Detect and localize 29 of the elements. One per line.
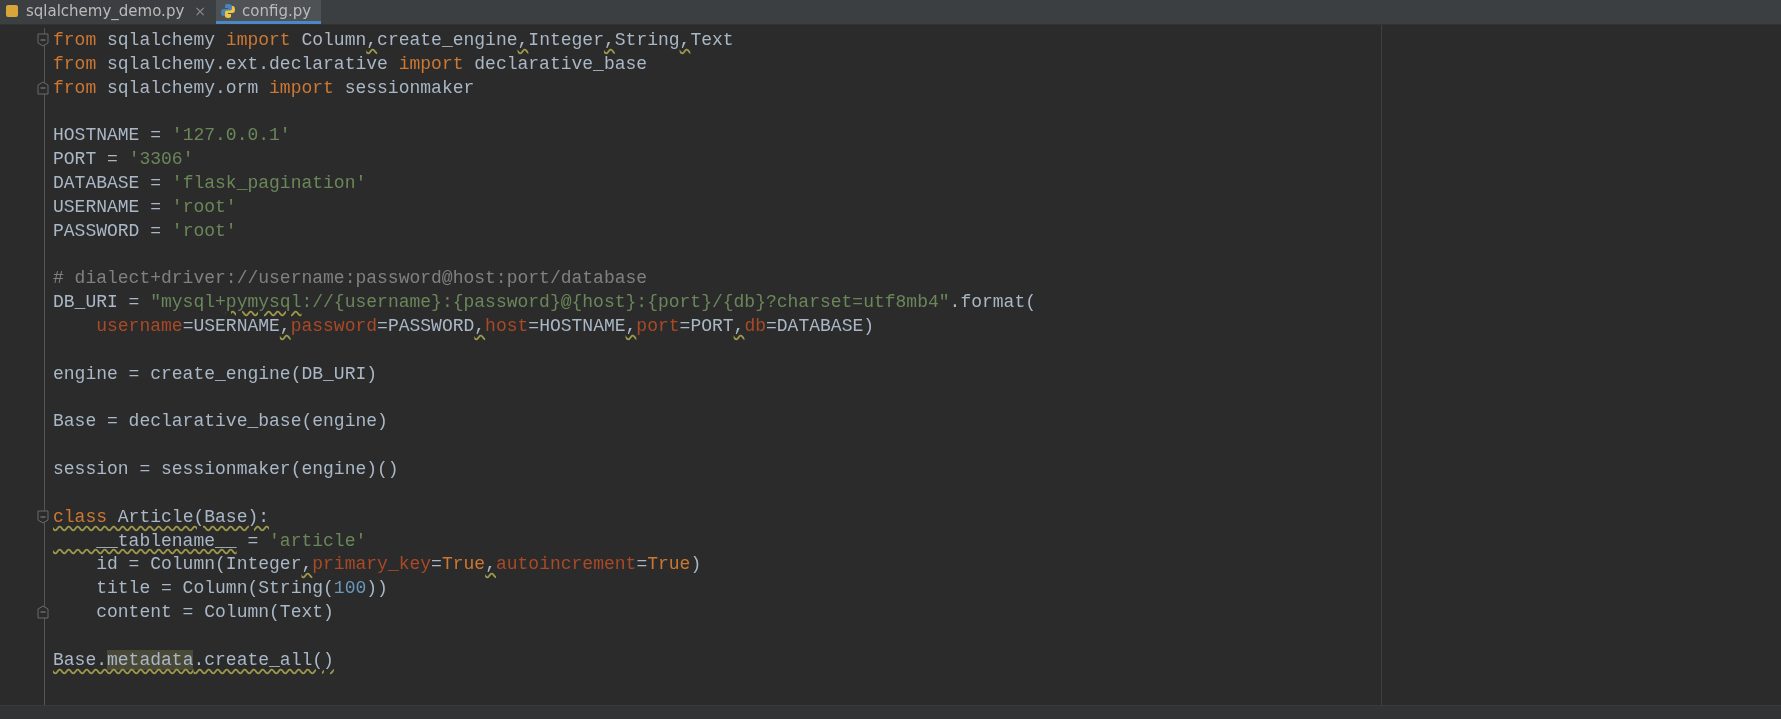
close-tab-button[interactable]: ×: [194, 2, 206, 19]
code-line: from sqlalchemy import Column,create_engine,Integer,String,Text: [53, 28, 734, 51]
code-line: engine = create_engine(DB_URI): [53, 362, 378, 385]
code-line: HOSTNAME = '127.0.0.1': [53, 124, 291, 147]
editor-tab[interactable]: sqlalchemy_demo.py ×: [0, 0, 216, 24]
file-icon: [4, 2, 20, 19]
fold-marker-icon[interactable]: [37, 605, 49, 620]
code-line: PORT = '3306': [53, 148, 194, 171]
code-line: # dialect+driver://username:password@host:port/database: [53, 267, 648, 290]
fold-marker-icon[interactable]: [37, 509, 49, 524]
code-line: Base.metadata.create_all(): [53, 648, 334, 671]
code-line: PASSWORD = 'root': [53, 219, 237, 242]
code-line: session = sessionmaker(engine)(): [53, 458, 399, 481]
code-line: from sqlalchemy.ext.declarative import declarative_base: [53, 52, 648, 75]
code-line: class Article(Base):: [53, 505, 270, 528]
code-line: DATABASE = 'flask_pagination': [53, 172, 367, 194]
code-line: title = Column(String(100)): [95, 577, 388, 600]
code-line: DB_URI = "mysql+pymysql://{username}:{password}@{host}:{port}/{db}?charset=utf8mb4".format(: [53, 291, 1036, 314]
code-line: from sqlalchemy.orm import sessionmaker: [53, 76, 475, 99]
code-line: content = Column(Text): [95, 601, 334, 624]
code-line: Base = declarative_base(engine): [53, 410, 388, 433]
editor-tab[interactable]: config.py: [216, 0, 322, 24]
fold-marker-icon[interactable]: [37, 32, 49, 47]
python-file-icon: [220, 2, 236, 19]
code-line: __tablename__ = 'article': [95, 529, 367, 552]
fold-marker-icon[interactable]: [37, 80, 49, 95]
code-line: username=USERNAME,password=PASSWORD,host=HOSTNAME,port=PORT,db=DATABASE): [95, 315, 875, 338]
code-line: id = Column(Integer,primary_key=True,autoincrement=True): [95, 553, 702, 576]
code-line: USERNAME = 'root': [53, 195, 237, 218]
